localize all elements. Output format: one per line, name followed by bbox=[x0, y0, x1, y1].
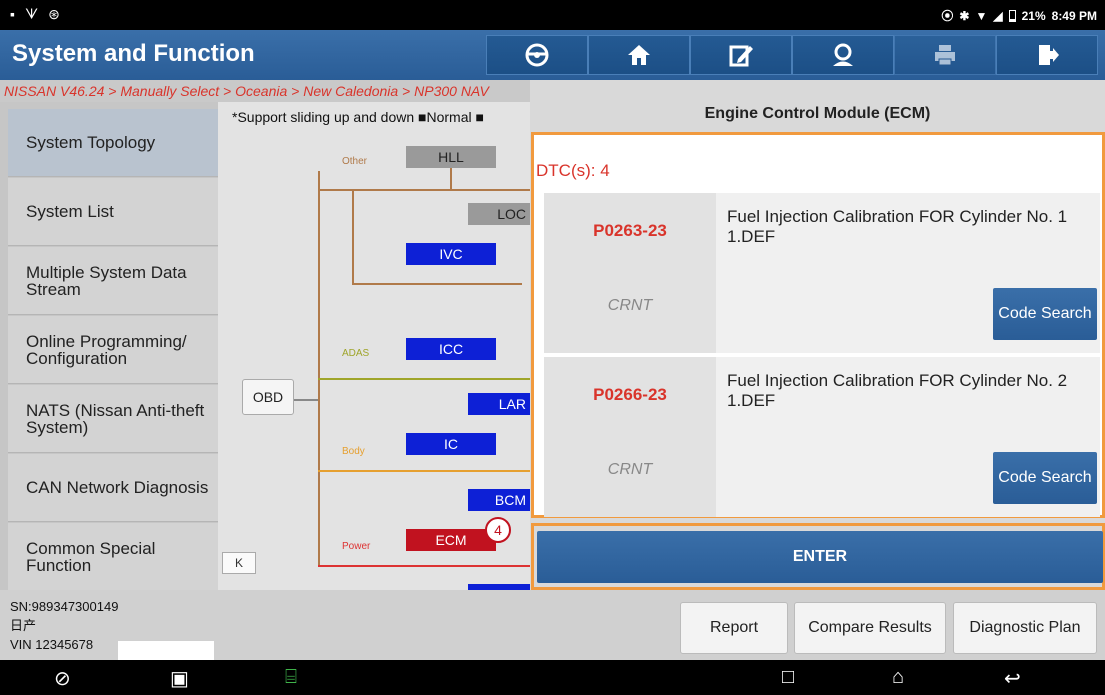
group-label-other: Other bbox=[342, 156, 368, 167]
status-bar: ▪ ᗐ ⊛ ⦿ ✱ ▼ ◢ 21% 8:49 PM bbox=[0, 0, 1105, 30]
dtc-description: Fuel Injection Calibration FOR Cylinder … bbox=[727, 207, 1068, 246]
clock: 8:49 PM bbox=[1051, 8, 1097, 23]
other-bus-line bbox=[318, 171, 320, 566]
user-button[interactable] bbox=[792, 35, 894, 75]
app-header: System and Function bbox=[0, 30, 1105, 80]
sidebar: System Topology System List Multiple Sys… bbox=[0, 102, 218, 591]
diagnostic-plan-button[interactable]: Diagnostic Plan bbox=[953, 602, 1097, 654]
home-nav-icon[interactable]: ⌂ bbox=[892, 666, 904, 689]
ecm-dtc-badge: 4 bbox=[485, 517, 511, 543]
footer-bar: SN:989347300149 日产 VIN 12345678 Report C… bbox=[0, 590, 1105, 660]
dtc-row: P0263-23 CRNT Fuel Injection Calibration… bbox=[544, 193, 1100, 353]
group-label-adas: ADAS bbox=[342, 348, 370, 359]
page-title: System and Function bbox=[12, 40, 255, 67]
usb-icon: ᗐ bbox=[24, 6, 39, 22]
vehicle-brand: 日产 bbox=[10, 618, 37, 633]
steering-wheel-button[interactable] bbox=[486, 35, 588, 75]
node-obd[interactable]: OBD bbox=[242, 379, 294, 415]
compare-results-button[interactable]: Compare Results bbox=[794, 602, 946, 654]
printer-icon bbox=[935, 45, 955, 66]
user-icon bbox=[833, 43, 853, 66]
power-bus-line bbox=[318, 565, 530, 567]
system-topology-view[interactable]: *Support sliding up and down ■Normal ■ O… bbox=[218, 102, 530, 590]
steering-wheel-icon bbox=[525, 43, 549, 67]
node-loc[interactable]: LOC bbox=[468, 203, 530, 225]
group-label-power: Power bbox=[342, 541, 371, 552]
vin-redaction bbox=[118, 641, 214, 660]
sidebar-item-special-function[interactable]: Common Special Function bbox=[8, 523, 218, 591]
sidebar-item-can-network[interactable]: CAN Network Diagnosis bbox=[8, 454, 218, 522]
signal-icon: ◢ bbox=[993, 8, 1003, 23]
node-bcm[interactable]: BCM bbox=[468, 489, 530, 511]
dtc-row: P0266-23 CRNT Fuel Injection Calibration… bbox=[544, 357, 1100, 517]
code-search-button[interactable]: Code Search bbox=[993, 452, 1097, 504]
sidebar-item-nats[interactable]: NATS (Nissan Anti-theft System) bbox=[8, 385, 218, 453]
browser-icon[interactable]: ⊘ bbox=[54, 666, 71, 691]
settings-notification-icon: ⊛ bbox=[48, 6, 60, 22]
sidebar-item-multiple-data-stream[interactable]: Multiple System Data Stream bbox=[8, 247, 218, 315]
enter-button[interactable]: ENTER bbox=[537, 531, 1103, 583]
android-nav-bar: ⊘ ▣ ⌸ □ ⌂ ↩ bbox=[0, 660, 1105, 695]
dtc-status: CRNT bbox=[607, 297, 653, 314]
report-button[interactable]: Report bbox=[680, 602, 788, 654]
dtc-status: CRNT bbox=[607, 461, 653, 478]
node-hll[interactable]: HLL bbox=[406, 146, 496, 168]
sidebar-item-system-topology[interactable]: System Topology bbox=[8, 109, 218, 177]
topology-legend: *Support sliding up and down ■Normal ■ bbox=[232, 109, 484, 125]
node-icc[interactable]: ICC bbox=[406, 338, 496, 360]
node-lar[interactable]: LAR bbox=[468, 393, 530, 415]
edit-icon bbox=[729, 45, 753, 67]
recent-apps-icon[interactable]: □ bbox=[782, 666, 794, 689]
collapse-button[interactable]: K bbox=[222, 552, 256, 574]
serial-number: SN:989347300149 bbox=[10, 599, 119, 614]
node-ivc[interactable]: IVC bbox=[406, 243, 496, 265]
dtc-code: P0263-23 bbox=[593, 221, 667, 240]
image-notification-icon: ▪ bbox=[10, 6, 15, 22]
dtc-description: Fuel Injection Calibration FOR Cylinder … bbox=[727, 371, 1068, 410]
code-search-button[interactable]: Code Search bbox=[993, 288, 1097, 340]
exit-button[interactable] bbox=[996, 35, 1098, 75]
vci-icon[interactable]: ⌸ bbox=[285, 666, 297, 689]
location-icon: ⦿ bbox=[941, 9, 954, 23]
dtc-list: DTC(s): 4 P0263-23 CRNT Fuel Injection C… bbox=[531, 132, 1105, 518]
adas-bus-line bbox=[318, 378, 530, 380]
print-button[interactable] bbox=[894, 35, 996, 75]
sidebar-item-online-programming[interactable]: Online Programming/ Configuration bbox=[8, 316, 218, 384]
node-ecm[interactable]: ECM bbox=[406, 529, 496, 551]
home-button[interactable] bbox=[588, 35, 690, 75]
vin: VIN 12345678 bbox=[10, 637, 94, 652]
breadcrumb: NISSAN V46.24 > Manually Select > Oceani… bbox=[0, 80, 530, 102]
dtc-code: P0266-23 bbox=[593, 385, 667, 404]
ecm-dtc-dialog: Engine Control Module (ECM) DTC(s): 4 P0… bbox=[530, 80, 1105, 590]
edit-button[interactable] bbox=[690, 35, 792, 75]
bluetooth-icon: ✱ bbox=[959, 8, 970, 23]
battery-percent: 21% bbox=[1021, 8, 1046, 23]
node-ic[interactable]: IC bbox=[406, 433, 496, 455]
gallery-icon[interactable]: ▣ bbox=[170, 666, 189, 691]
exit-icon bbox=[1039, 45, 1059, 65]
home-icon bbox=[628, 45, 650, 65]
body-bus-line bbox=[318, 470, 530, 472]
back-icon[interactable]: ↩ bbox=[1004, 666, 1021, 691]
sidebar-item-system-list[interactable]: System List bbox=[8, 178, 218, 246]
group-label-body: Body bbox=[342, 446, 365, 457]
dtc-count: DTC(s): 4 bbox=[536, 161, 610, 180]
dialog-title: Engine Control Module (ECM) bbox=[704, 105, 931, 122]
battery-icon bbox=[1008, 9, 1016, 22]
wifi-icon: ▼ bbox=[975, 8, 988, 23]
